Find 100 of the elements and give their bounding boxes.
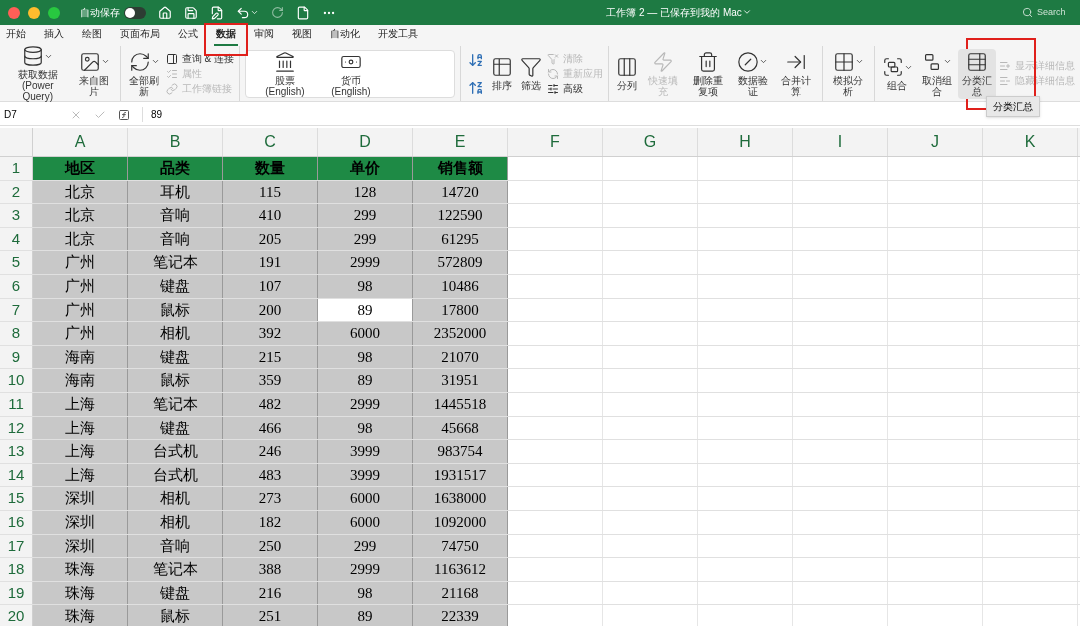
row-header[interactable]: 11 bbox=[0, 392, 33, 416]
table-cell[interactable]: 191 bbox=[223, 251, 318, 274]
table-cell[interactable]: 299 bbox=[318, 227, 413, 251]
name-box[interactable]: D7 bbox=[0, 107, 58, 122]
row-header[interactable]: 3 bbox=[0, 204, 33, 227]
table-cell[interactable]: 珠海 bbox=[33, 581, 128, 605]
ribbon-button[interactable]: 来自图片 bbox=[73, 48, 115, 99]
table-cell[interactable]: 上海 bbox=[33, 416, 128, 440]
table-cell[interactable]: 246 bbox=[223, 440, 318, 463]
table-cell[interactable]: 466 bbox=[223, 416, 318, 440]
table-cell[interactable]: 笔记本 bbox=[128, 558, 223, 581]
table-cell[interactable]: 鼠标 bbox=[128, 369, 223, 392]
table-cell[interactable]: 273 bbox=[223, 487, 318, 510]
table-cell[interactable]: 98 bbox=[318, 416, 413, 440]
row-header[interactable]: 12 bbox=[0, 416, 33, 440]
ribbon-tab[interactable]: 公式 bbox=[176, 26, 200, 46]
ribbon-button[interactable]: 获取数据 (Power Query) bbox=[5, 43, 71, 104]
ribbon-button[interactable]: 股票 (English) bbox=[261, 48, 308, 99]
table-cell[interactable]: 深圳 bbox=[33, 534, 128, 558]
table-cell[interactable]: 广州 bbox=[33, 298, 128, 322]
table-cell[interactable]: 21070 bbox=[413, 345, 508, 369]
ribbon-tab[interactable]: 视图 bbox=[290, 26, 314, 46]
table-cell[interactable]: 983754 bbox=[413, 440, 508, 463]
table-cell[interactable]: 128 bbox=[318, 180, 413, 204]
column-header[interactable]: C bbox=[223, 128, 318, 156]
header-cell[interactable]: 销售额 bbox=[413, 157, 508, 180]
table-cell[interactable]: 笔记本 bbox=[128, 251, 223, 274]
row-header[interactable]: 15 bbox=[0, 487, 33, 510]
table-cell[interactable]: 216 bbox=[223, 581, 318, 605]
minimize-window-button[interactable] bbox=[28, 6, 40, 19]
table-cell[interactable]: 鼠标 bbox=[128, 605, 223, 626]
table-cell[interactable]: 572809 bbox=[413, 251, 508, 274]
table-cell[interactable]: 299 bbox=[318, 534, 413, 558]
ribbon-button[interactable]: 数据验证 bbox=[732, 48, 773, 99]
row-header[interactable]: 2 bbox=[0, 180, 33, 204]
table-cell[interactable]: 2999 bbox=[318, 558, 413, 581]
row-header[interactable]: 13 bbox=[0, 440, 33, 463]
table-cell[interactable]: 1931517 bbox=[413, 463, 508, 487]
column-header[interactable]: B bbox=[128, 128, 223, 156]
table-cell[interactable]: 89 bbox=[318, 605, 413, 626]
search-field[interactable]: Search bbox=[1022, 5, 1072, 20]
new-file-icon[interactable] bbox=[296, 5, 310, 20]
table-cell[interactable]: 海南 bbox=[33, 345, 128, 369]
table-cell[interactable]: 17800 bbox=[413, 298, 508, 322]
autosave-toggle[interactable] bbox=[124, 6, 146, 19]
table-cell[interactable]: 台式机 bbox=[128, 440, 223, 463]
table-cell[interactable]: 相机 bbox=[128, 322, 223, 345]
header-cell[interactable]: 数量 bbox=[223, 157, 318, 180]
column-header[interactable]: F bbox=[508, 128, 603, 156]
table-cell[interactable]: 115 bbox=[223, 180, 318, 204]
table-cell[interactable]: 1163612 bbox=[413, 558, 508, 581]
row-header[interactable]: 19 bbox=[0, 581, 33, 605]
header-cell[interactable]: 单价 bbox=[318, 157, 413, 180]
table-cell[interactable]: 2999 bbox=[318, 251, 413, 274]
table-cell[interactable]: 北京 bbox=[33, 180, 128, 204]
ribbon-small-button[interactable]: 高级 bbox=[546, 82, 603, 95]
table-cell[interactable]: 键盘 bbox=[128, 274, 223, 298]
table-cell[interactable]: 北京 bbox=[33, 227, 128, 251]
save-icon[interactable] bbox=[184, 5, 198, 20]
row-header[interactable]: 16 bbox=[0, 510, 33, 534]
table-cell[interactable]: 广州 bbox=[33, 322, 128, 345]
table-cell[interactable]: 21168 bbox=[413, 581, 508, 605]
column-header[interactable]: K bbox=[983, 128, 1078, 156]
row-header[interactable]: 20 bbox=[0, 605, 33, 626]
table-cell[interactable]: 14720 bbox=[413, 180, 508, 204]
table-cell[interactable]: 107 bbox=[223, 274, 318, 298]
table-cell[interactable]: 上海 bbox=[33, 463, 128, 487]
table-cell[interactable]: 珠海 bbox=[33, 605, 128, 626]
edit-file-icon[interactable] bbox=[210, 5, 224, 20]
ribbon-button[interactable]: 分列 bbox=[613, 54, 640, 93]
table-cell[interactable]: 89 bbox=[318, 369, 413, 392]
caret-icon[interactable] bbox=[250, 8, 259, 17]
table-cell[interactable]: 深圳 bbox=[33, 510, 128, 534]
row-header[interactable]: 17 bbox=[0, 534, 33, 558]
table-cell[interactable]: 31951 bbox=[413, 369, 508, 392]
table-cell[interactable]: 182 bbox=[223, 510, 318, 534]
table-cell[interactable]: 359 bbox=[223, 369, 318, 392]
table-cell[interactable]: 205 bbox=[223, 227, 318, 251]
table-cell[interactable]: 250 bbox=[223, 534, 318, 558]
ribbon-tab[interactable]: 开发工具 bbox=[376, 26, 420, 46]
table-cell[interactable]: 键盘 bbox=[128, 581, 223, 605]
table-cell[interactable]: 相机 bbox=[128, 510, 223, 534]
column-header[interactable]: H bbox=[698, 128, 793, 156]
table-cell[interactable]: 6000 bbox=[318, 510, 413, 534]
table-cell[interactable]: 广州 bbox=[33, 251, 128, 274]
table-cell[interactable]: 6000 bbox=[318, 487, 413, 510]
table-cell[interactable]: 6000 bbox=[318, 322, 413, 345]
ribbon-tab[interactable]: 插入 bbox=[42, 26, 66, 46]
column-header[interactable]: A bbox=[33, 128, 128, 156]
ribbon-tab[interactable]: 开始 bbox=[4, 26, 28, 46]
row-header[interactable]: 1 bbox=[0, 157, 33, 180]
table-cell[interactable]: 61295 bbox=[413, 227, 508, 251]
row-header[interactable]: 10 bbox=[0, 369, 33, 392]
table-cell[interactable]: 广州 bbox=[33, 274, 128, 298]
table-cell[interactable]: 299 bbox=[318, 204, 413, 227]
table-cell[interactable]: 122590 bbox=[413, 204, 508, 227]
ribbon-tab[interactable]: 绘图 bbox=[80, 26, 104, 46]
table-cell[interactable]: 1092000 bbox=[413, 510, 508, 534]
table-cell[interactable]: 482 bbox=[223, 392, 318, 416]
column-header[interactable]: G bbox=[603, 128, 698, 156]
